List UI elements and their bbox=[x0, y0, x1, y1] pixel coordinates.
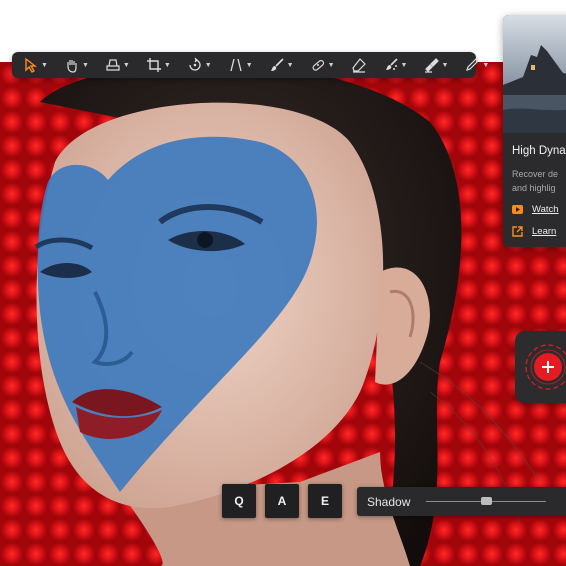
feature-info-panel: High Dyna Recover de and highlig Watch L… bbox=[503, 15, 566, 247]
select-tool-button[interactable]: ▼ bbox=[18, 54, 53, 76]
shortcut-keys: Q A E bbox=[222, 484, 351, 518]
pen-tool-button[interactable]: ▼ bbox=[459, 54, 494, 76]
crop-tool-button[interactable]: ▼ bbox=[141, 54, 176, 76]
clone-brush-tool-button[interactable]: ▼ bbox=[378, 54, 413, 76]
learn-link[interactable]: Learn bbox=[512, 226, 566, 237]
shortcut-key-q[interactable]: Q bbox=[222, 484, 256, 518]
shadow-slider-track[interactable] bbox=[426, 497, 546, 505]
chevron-down-icon: ▼ bbox=[81, 61, 89, 69]
feature-title: High Dyna bbox=[512, 145, 566, 157]
stamp-icon bbox=[106, 59, 120, 71]
shadow-adjustment: Shadow bbox=[357, 487, 566, 516]
watch-link-label: Watch bbox=[532, 204, 559, 215]
shortcut-key-e[interactable]: E bbox=[308, 484, 342, 518]
add-target-icon bbox=[525, 344, 566, 390]
pen-icon bbox=[466, 58, 480, 71]
clone-brush-icon bbox=[385, 58, 398, 70]
add-point-button[interactable] bbox=[515, 331, 566, 403]
tools-toolbar: ▼ ▼ ▼ ▼ ▼ ▼ ▼ ▼ ▼ ▼ ▼ bbox=[12, 52, 489, 78]
feature-thumbnail bbox=[503, 15, 566, 133]
fill-tool-button[interactable]: ▼ bbox=[418, 54, 453, 76]
perspective-lines-icon bbox=[230, 58, 242, 72]
chevron-down-icon: ▼ bbox=[441, 61, 449, 69]
healing-tool-button[interactable]: ▼ bbox=[305, 54, 340, 76]
watch-link[interactable]: Watch bbox=[512, 204, 566, 215]
fill-icon bbox=[425, 58, 440, 73]
eraser-icon bbox=[351, 58, 366, 73]
rotate-icon bbox=[189, 57, 201, 71]
crop-icon bbox=[146, 58, 161, 72]
eraser-tool-button[interactable] bbox=[346, 54, 372, 76]
youtube-icon bbox=[512, 205, 523, 214]
feature-description-line: and highlig bbox=[512, 183, 556, 193]
select-arrow-icon bbox=[25, 57, 38, 73]
stamp-tool-button[interactable]: ▼ bbox=[100, 54, 135, 76]
feature-description-line: Recover de bbox=[512, 169, 559, 179]
chevron-down-icon: ▼ bbox=[245, 61, 253, 69]
chevron-down-icon: ▼ bbox=[400, 61, 408, 69]
brush-icon bbox=[270, 58, 284, 71]
hand-tool-button[interactable]: ▼ bbox=[59, 54, 94, 76]
chevron-down-icon: ▼ bbox=[163, 61, 171, 69]
chevron-down-icon: ▼ bbox=[482, 61, 490, 69]
brush-tool-button[interactable]: ▼ bbox=[264, 54, 299, 76]
chevron-down-icon: ▼ bbox=[286, 61, 294, 69]
feature-description: Recover de and highlig bbox=[512, 167, 566, 195]
shortcut-key-a[interactable]: A bbox=[265, 484, 299, 518]
learn-link-label: Learn bbox=[532, 226, 557, 237]
shadow-label: Shadow bbox=[367, 494, 411, 509]
rotate-tool-button[interactable]: ▼ bbox=[182, 54, 217, 76]
chevron-down-icon: ▼ bbox=[204, 61, 212, 69]
hand-icon bbox=[67, 60, 77, 73]
chevron-down-icon: ▼ bbox=[41, 61, 48, 69]
bandage-icon bbox=[312, 60, 324, 71]
shadow-slider-handle[interactable] bbox=[481, 497, 492, 505]
chevron-down-icon: ▼ bbox=[122, 61, 130, 69]
external-link-icon bbox=[512, 226, 523, 237]
chevron-down-icon: ▼ bbox=[327, 61, 335, 69]
perspective-tool-button[interactable]: ▼ bbox=[223, 54, 258, 76]
